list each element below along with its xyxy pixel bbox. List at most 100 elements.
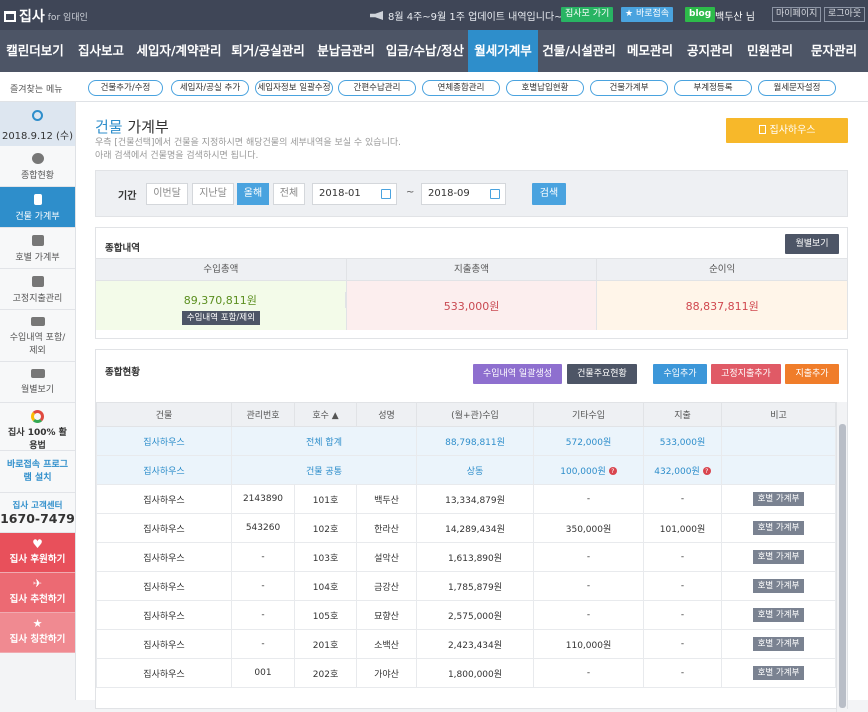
add-income-button[interactable]: 수입추가 <box>653 364 707 384</box>
community-button[interactable]: 집사모 가기 <box>561 7 614 22</box>
expense-total-header: 지출총액 <box>347 259 598 280</box>
col-manage-no: 관리번호 <box>231 402 295 427</box>
nav-installment[interactable]: 분납금관리 <box>310 30 382 72</box>
summary-title: 종합내역 <box>105 243 140 254</box>
sidebar-item-fixed-expense[interactable]: 고정지출관리 <box>0 269 75 310</box>
calendar-icon <box>381 189 391 199</box>
fav-item[interactable]: 부계정등록 <box>674 80 752 96</box>
nav-report[interactable]: 집사보고 <box>70 30 132 72</box>
clock-icon <box>32 110 43 121</box>
app-guide-link[interactable]: 집사 100% 활용법 <box>0 403 75 451</box>
income-total-header: 수입총액 <box>96 259 347 280</box>
logout-button[interactable]: 로그아웃 <box>824 7 866 22</box>
nav-moveout[interactable]: 퇴거/공실관리 <box>226 30 310 72</box>
table-row: 집사하우스 -201호 소백산 2,423,434원 110,000원 - 호별 가계부 <box>96 629 836 659</box>
total-row: 집사하우스 전체 합계 88,798,811원 572,000원 533,000… <box>96 426 836 456</box>
period-filter: 기간 이번달 지난달 올해 전체 2018-01 ~ 2018-09 검색 <box>95 170 848 217</box>
unit-ledger-button[interactable]: 호별 가계부 <box>752 579 805 593</box>
sidebar-item-income-include[interactable]: 수입내역 포함/제외 <box>0 310 75 362</box>
fav-item[interactable]: 건물가계부 <box>590 80 668 96</box>
nav-complaint[interactable]: 민원관리 <box>740 30 800 72</box>
quick-access-button[interactable]: ★ 바로접속 <box>621 7 674 22</box>
add-fixed-expense-button[interactable]: 고정지출추가 <box>711 364 781 384</box>
table-scrollbar[interactable] <box>836 402 847 712</box>
status-title: 종합현황 <box>105 367 140 378</box>
fav-item[interactable]: 세입자/공실 추가 <box>171 80 249 96</box>
recommend-button[interactable]: ✈ 집사 추천하기 <box>0 573 75 613</box>
add-expense-button[interactable]: 지출추가 <box>785 364 839 384</box>
fav-item[interactable]: 연체종합관리 <box>422 80 500 96</box>
nav-calendar[interactable]: 캘린더보기 <box>0 30 70 72</box>
megaphone-icon <box>370 11 383 20</box>
unit-ledger-button[interactable]: 호별 가계부 <box>752 637 805 651</box>
money-icon <box>30 369 45 378</box>
this-month-button[interactable]: 이번달 <box>146 183 188 205</box>
monthly-view-button[interactable]: 월별보기 <box>785 234 839 254</box>
net-profit-header: 순이익 <box>709 264 736 275</box>
all-period-button[interactable]: 전체 <box>273 183 305 205</box>
col-name: 성명 <box>356 402 417 427</box>
sidebar-date: 2018.9.12 (수) <box>0 102 75 146</box>
app-logo[interactable]: 집사 for 임대인 <box>4 6 88 26</box>
table-row: 집사하우스 -103호 설악산 1,613,890원 - - 호별 가계부 <box>96 542 836 572</box>
col-building: 건물 <box>96 402 232 427</box>
unit-ledger-button[interactable]: 호별 가계부 <box>752 608 805 622</box>
start-date-input[interactable]: 2018-01 <box>312 183 397 205</box>
nav-sms[interactable]: 문자관리 <box>800 30 868 72</box>
building-icon <box>758 125 766 134</box>
bulk-income-button[interactable]: 수입내역 일괄생성 <box>473 364 562 384</box>
col-income: (월+관)수입 <box>416 402 534 427</box>
scrollbar-thumb[interactable] <box>839 424 846 708</box>
book-icon <box>31 276 44 287</box>
unit-ledger-button[interactable]: 호별 가계부 <box>752 666 805 680</box>
summary-header: 수입총액 지출총액 순이익 <box>96 258 847 281</box>
sponsor-button[interactable]: ♥ 집사 후원하기 <box>0 533 75 573</box>
col-unit[interactable]: 호수 ▲ <box>294 402 357 427</box>
unit-ledger-button[interactable]: 호별 가계부 <box>752 521 805 535</box>
help-icon[interactable]: ? <box>608 467 617 475</box>
remote-install-link[interactable]: 바로접속 프로그램 설치 <box>0 451 75 493</box>
fav-item[interactable]: 월세문자설정 <box>758 80 836 96</box>
table-row: 집사하우스 -104호 금강산 1,785,879원 - - 호별 가계부 <box>96 571 836 601</box>
blog-button[interactable]: blog <box>685 7 716 22</box>
fav-item[interactable]: 호별납입현황 <box>506 80 584 96</box>
unit-ledger-button[interactable]: 호별 가계부 <box>752 492 805 506</box>
main-content: 건물 가계부 우측 [건물선택]에서 건물을 지정하시면 해당건물의 세부내역을… <box>76 102 868 712</box>
search-button[interactable]: 검색 <box>532 183 566 205</box>
nav-payment[interactable]: 입금/수납/정산 <box>382 30 468 72</box>
money-icon <box>30 317 45 326</box>
user-name: 백두산 님 <box>715 12 755 23</box>
nav-ledger[interactable]: 월세가계부 <box>468 30 538 72</box>
building-status-button[interactable]: 건물주요현황 <box>567 364 637 384</box>
sidebar-item-building-ledger[interactable]: 건물 가계부 <box>0 187 75 228</box>
nav-tenant[interactable]: 세입자/계약관리 <box>132 30 226 72</box>
summary-panel: 종합내역 월별보기 수입총액 지출총액 순이익 89,370,811원 수입내역 … <box>95 227 848 339</box>
update-notice[interactable]: 8월 4주~9월 1주 업데이트 내역입니다~ ▶ <box>370 8 573 23</box>
building-select-button[interactable]: 집사하우스 <box>726 118 848 143</box>
phone-icon <box>33 194 42 205</box>
nav-notice[interactable]: 공지관리 <box>680 30 740 72</box>
praise-button[interactable]: ★ 집사 칭찬하기 <box>0 613 75 653</box>
this-year-button[interactable]: 올해 <box>237 183 269 205</box>
date-separator: ~ <box>406 187 415 198</box>
fav-item[interactable]: 건물추가/수정 <box>88 80 163 96</box>
nav-memo[interactable]: 메모관리 <box>620 30 680 72</box>
sidebar-item-unit-ledger[interactable]: 호별 가계부 <box>0 228 75 269</box>
last-month-button[interactable]: 지난달 <box>192 183 234 205</box>
fav-item[interactable]: 간편수납관리 <box>338 80 416 96</box>
income-include-button[interactable]: 수입내역 포함/제외 <box>181 311 260 325</box>
unit-ledger-button[interactable]: 호별 가계부 <box>752 550 805 564</box>
nav-building[interactable]: 건물/시설관리 <box>538 30 620 72</box>
chrome-icon <box>31 410 44 423</box>
help-icon[interactable]: ? <box>702 467 711 475</box>
sidebar-item-overview[interactable]: 종합현황 <box>0 146 75 187</box>
common-row: 집사하우스 건물 공통 상동 100,000원? 432,000원? <box>96 455 836 485</box>
end-date-input[interactable]: 2018-09 <box>421 183 506 205</box>
mypage-button[interactable]: 마이페이지 <box>772 7 822 22</box>
heart-icon: ♥ <box>32 537 43 551</box>
fav-item[interactable]: 세입자정보 일괄수정 <box>255 80 333 96</box>
sidebar-item-monthly[interactable]: 월별보기 <box>0 362 75 403</box>
sidebar: 2018.9.12 (수) 종합현황 건물 가계부 호별 가계부 고정지출관리 … <box>0 102 76 700</box>
top-bar: 집사 for 임대인 8월 4주~9월 1주 업데이트 내역입니다~ ▶ 집사모 … <box>0 0 868 30</box>
paper-plane-icon: ✈ <box>32 577 43 590</box>
